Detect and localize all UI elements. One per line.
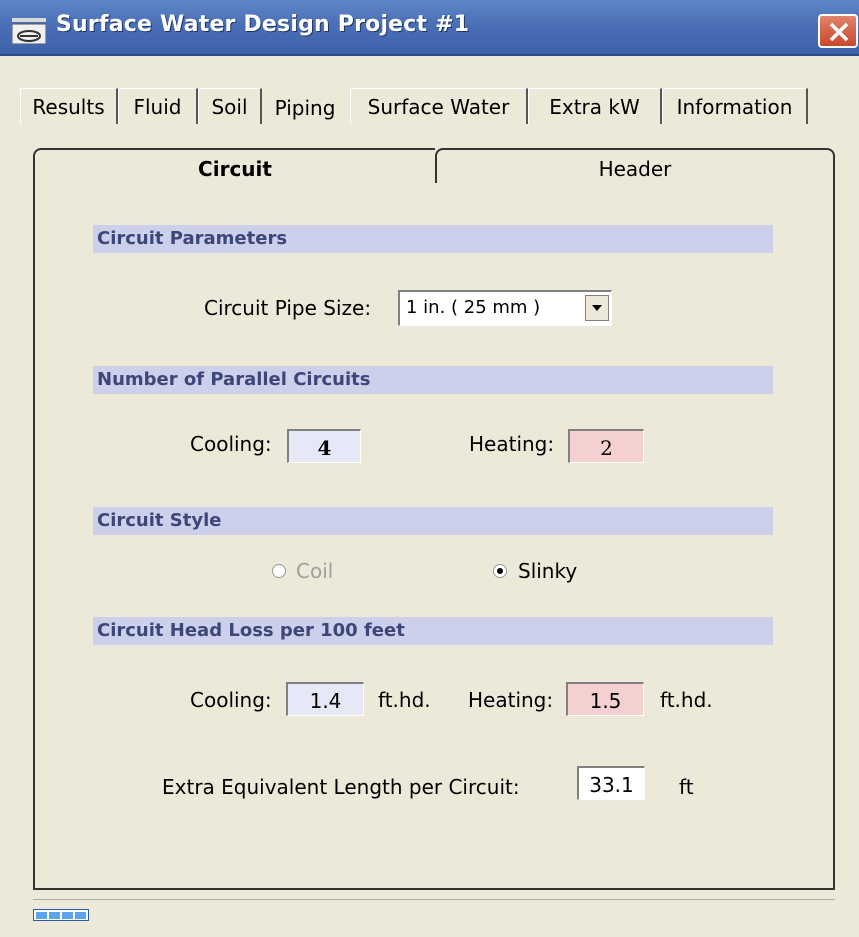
headloss-cooling-input[interactable]: 1.4	[286, 682, 364, 716]
section-head-loss: Circuit Head Loss per 100 feet	[93, 617, 773, 645]
progress-indicator	[33, 909, 89, 921]
slinky-label: Slinky	[518, 559, 578, 583]
headloss-heating-label: Heating:	[468, 688, 554, 712]
headloss-cooling-label: Cooling:	[190, 688, 272, 712]
dropdown-button[interactable]	[585, 295, 609, 321]
coil-label: Coil	[296, 559, 334, 583]
tab-piping[interactable]: Piping	[262, 90, 348, 126]
pipe-size-select[interactable]: 1 in. ( 25 mm )	[398, 290, 612, 326]
progress-segment	[49, 912, 60, 919]
headloss-heating-input[interactable]: 1.5	[566, 682, 644, 716]
close-button[interactable]	[818, 14, 858, 48]
headloss-heating-unit: ft.hd.	[660, 688, 713, 712]
progress-segment	[75, 912, 86, 919]
progress-segment	[36, 912, 47, 919]
subtab-circuit[interactable]: Circuit	[33, 148, 435, 186]
coil-radio[interactable]	[272, 564, 286, 578]
title-bar[interactable]: Surface Water Design Project #1	[0, 0, 859, 56]
status-divider	[33, 899, 835, 900]
extra-length-unit: ft	[679, 775, 694, 799]
tab-surface-water[interactable]: Surface Water	[350, 88, 528, 124]
tab-results[interactable]: Results	[20, 88, 118, 124]
tab-soil[interactable]: Soil	[198, 88, 262, 124]
headloss-cooling-unit: ft.hd.	[378, 688, 431, 712]
close-icon	[829, 22, 849, 42]
subtab-header[interactable]: Header	[435, 148, 835, 186]
tab-extra-kw[interactable]: Extra kW	[528, 88, 662, 124]
tab-fluid[interactable]: Fluid	[118, 88, 198, 124]
chevron-down-icon	[592, 305, 602, 311]
pipe-size-value: 1 in. ( 25 mm )	[406, 297, 541, 318]
pipe-size-label: Circuit Pipe Size:	[204, 296, 372, 320]
section-parallel-circuits: Number of Parallel Circuits	[93, 366, 773, 394]
slinky-radio[interactable]	[493, 564, 507, 578]
parallel-heating-label: Heating:	[469, 432, 555, 456]
extra-length-label: Extra Equivalent Length per Circuit:	[162, 775, 520, 799]
tab-information[interactable]: Information	[662, 88, 808, 124]
parallel-heating-input[interactable]: 2	[568, 429, 644, 463]
section-circuit-style: Circuit Style	[93, 507, 773, 535]
parallel-cooling-input[interactable]: 4	[287, 429, 361, 463]
window-title: Surface Water Design Project #1	[56, 12, 470, 37]
parallel-cooling-label: Cooling:	[190, 432, 272, 456]
app-icon	[11, 18, 47, 45]
extra-length-input[interactable]: 33.1	[577, 766, 645, 800]
progress-segment	[62, 912, 73, 919]
section-circuit-parameters: Circuit Parameters	[93, 225, 773, 253]
